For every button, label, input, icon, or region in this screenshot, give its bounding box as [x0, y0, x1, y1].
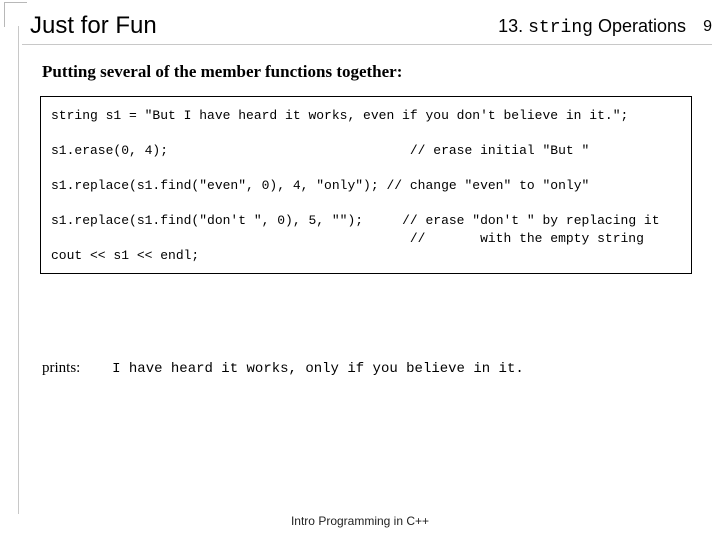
code-comment: // erase "don't " by replacing it	[402, 213, 659, 228]
code-comment: // erase initial "But "	[410, 143, 589, 158]
subtitle: Putting several of the member functions …	[42, 62, 402, 82]
code-line: s1.erase(0, 4);	[51, 143, 168, 158]
top-rule	[22, 44, 712, 45]
code-line: cout << s1 << endl;	[51, 248, 199, 263]
prints-label: prints:	[42, 360, 80, 376]
chapter-number: 13.	[498, 16, 523, 36]
code-block: string s1 = "But I have heard it works, …	[40, 96, 692, 274]
chapter-word: Operations	[598, 16, 686, 36]
chapter-heading: 13. string Operations	[498, 16, 686, 38]
chapter-code-word: string	[528, 18, 593, 38]
prints-output: I have heard it works, only if you belie…	[112, 361, 524, 377]
footer-text: Intro Programming in C++	[0, 514, 720, 528]
tab-decoration	[4, 2, 27, 27]
prints-row: prints: I have heard it works, only if y…	[42, 360, 524, 377]
code-line: s1.replace(s1.find("don't ", 0), 5, "");	[51, 213, 363, 228]
code-comment: // change "even" to "only"	[386, 178, 589, 193]
slide-title: Just for Fun	[30, 12, 157, 40]
code-line: s1.replace(s1.find("even", 0), 4, "only"…	[51, 178, 379, 193]
code-line: string s1 = "But I have heard it works, …	[51, 108, 628, 123]
left-rule	[18, 26, 19, 514]
slide: Just for Fun 13. string Operations 9 Put…	[0, 0, 720, 540]
page-number: 9	[703, 18, 712, 36]
code-comment: // with the empty string	[410, 231, 644, 246]
